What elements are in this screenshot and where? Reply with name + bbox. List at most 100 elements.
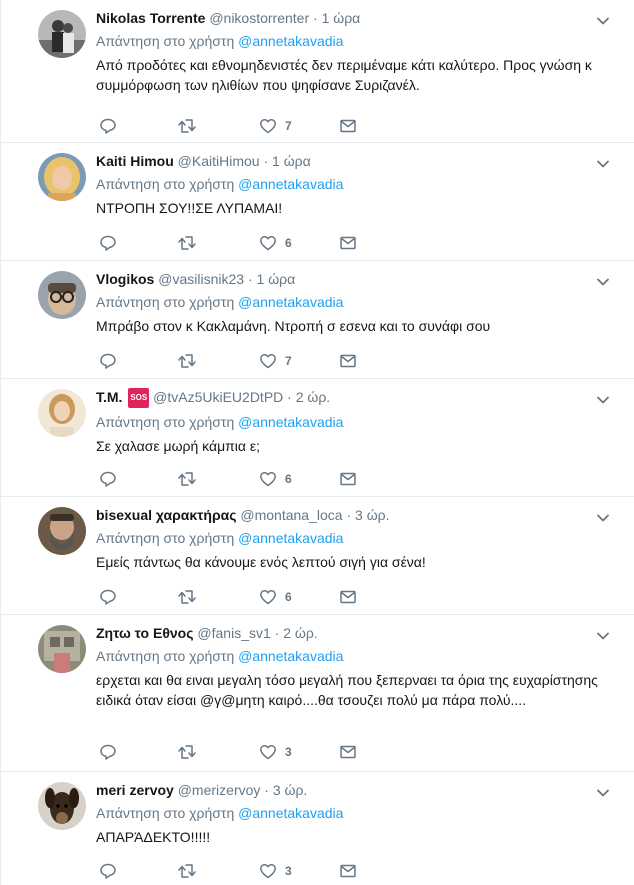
retweet-button[interactable] <box>177 233 197 253</box>
like-button[interactable]: 3 <box>259 861 292 881</box>
timestamp[interactable]: 2 ώρ. <box>283 625 317 641</box>
tweet-header: Vlogikos @vasilisnik23 · 1 ώρα <box>96 270 610 288</box>
user-handle[interactable]: @fanis_sv1 <box>197 625 270 641</box>
avatar[interactable] <box>38 782 86 830</box>
retweet-icon <box>178 590 196 604</box>
reply-prefix: Απάντηση στο χρήστη <box>96 176 235 192</box>
timestamp[interactable]: 3 ώρ. <box>355 507 389 523</box>
tweet[interactable]: meri zervoy @merizervoy · 3 ώρ. Απάντηση… <box>1 772 634 885</box>
reply-mention-link[interactable]: @annetakavadia <box>238 530 343 546</box>
avatar[interactable] <box>38 10 86 58</box>
separator-dot: · <box>263 153 269 169</box>
avatar[interactable] <box>38 153 86 201</box>
tweet-body: Nikolas Torrente @nikostorrenter · 1 ώρα… <box>96 9 610 95</box>
reply-button[interactable] <box>99 116 117 136</box>
display-name[interactable]: Kaiti Himou <box>96 153 174 169</box>
direct-message-button[interactable] <box>339 469 357 489</box>
reply-context: Απάντηση στο χρήστη @annetakavadia <box>96 803 610 823</box>
retweet-button[interactable] <box>177 587 197 607</box>
retweet-button[interactable] <box>177 351 197 371</box>
tweet-text: Μπράβο στον κ Κακλαμάνη. Ντροπή σ εσενα … <box>96 318 491 334</box>
direct-message-button[interactable] <box>339 351 357 371</box>
display-name[interactable]: Ζητω το Εθνος <box>96 625 194 641</box>
display-name[interactable]: Vlogikos <box>96 271 154 287</box>
display-name[interactable]: meri zervoy <box>96 782 174 798</box>
user-handle[interactable]: @nikostorrenter <box>209 10 309 26</box>
tweet[interactable]: Kaiti Himou @KaitiHimou · 1 ώρα Απάντηση… <box>1 143 634 261</box>
envelope-icon <box>340 590 356 604</box>
heart-icon <box>260 589 276 605</box>
timestamp[interactable]: 3 ώρ. <box>273 782 307 798</box>
like-count: 7 <box>285 354 292 368</box>
reply-prefix: Απάντηση στο χρήστη <box>96 648 235 664</box>
timestamp[interactable]: 1 ώρα <box>322 10 361 26</box>
tweet-body: meri zervoy @merizervoy · 3 ώρ. Απάντηση… <box>96 781 610 847</box>
user-handle[interactable]: @KaitiHimou <box>178 153 260 169</box>
like-count: 6 <box>285 590 292 604</box>
heart-icon <box>260 471 276 487</box>
avatar[interactable] <box>38 507 86 555</box>
reply-icon <box>100 353 116 369</box>
timestamp[interactable]: 1 ώρα <box>257 271 296 287</box>
reply-mention-link[interactable]: @annetakavadia <box>238 294 343 310</box>
like-button[interactable]: 7 <box>259 116 292 136</box>
tweet[interactable]: Vlogikos @vasilisnik23 · 1 ώρα Απάντηση … <box>1 261 634 379</box>
tweet-text: Από προδότες και εθνομηδενιστές δεν περι… <box>96 57 592 93</box>
reply-icon <box>100 744 116 760</box>
reply-button[interactable] <box>99 469 117 489</box>
user-handle[interactable]: @vasilisnik23 <box>158 271 244 287</box>
reply-button[interactable] <box>99 861 117 881</box>
tweet[interactable]: bisexual χαρακτήρας @montana_loca · 3 ώρ… <box>1 497 634 615</box>
reply-context: Απάντηση στο χρήστη @annetakavadia <box>96 174 610 194</box>
user-handle[interactable]: @merizervoy <box>178 782 261 798</box>
tweet-text: ΝΤΡΟΠΗ ΣΟΥ!!ΣΕ ΛΥΠΑΜΑΙ! <box>96 200 283 216</box>
envelope-icon <box>340 472 356 486</box>
retweet-button[interactable] <box>177 116 197 136</box>
like-button[interactable]: 7 <box>259 351 292 371</box>
separator-dot: · <box>346 507 352 523</box>
heart-icon <box>260 744 276 760</box>
reply-button[interactable] <box>99 587 117 607</box>
tweet-header: T.M. SOS @tvAz5UkiEU2DtPD · 2 ώρ. <box>96 388 610 408</box>
reply-button[interactable] <box>99 233 117 253</box>
reply-mention-link[interactable]: @annetakavadia <box>238 414 343 430</box>
direct-message-button[interactable] <box>339 587 357 607</box>
timestamp[interactable]: 2 ώρ. <box>296 389 330 405</box>
avatar[interactable] <box>38 389 86 437</box>
direct-message-button[interactable] <box>339 742 357 762</box>
reply-icon <box>100 589 116 605</box>
reply-mention-link[interactable]: @annetakavadia <box>238 33 343 49</box>
retweet-button[interactable] <box>177 742 197 762</box>
display-name[interactable]: Nikolas Torrente <box>96 10 205 26</box>
user-handle[interactable]: @montana_loca <box>240 507 342 523</box>
reply-prefix: Απάντηση στο χρήστη <box>96 33 235 49</box>
tweet[interactable]: T.M. SOS @tvAz5UkiEU2DtPD · 2 ώρ. Απάντη… <box>1 379 634 497</box>
reply-feed: Nikolas Torrente @nikostorrenter · 1 ώρα… <box>0 0 634 885</box>
separator-dot: · <box>264 782 269 798</box>
timestamp[interactable]: 1 ώρα <box>272 153 311 169</box>
direct-message-button[interactable] <box>339 233 357 253</box>
retweet-button[interactable] <box>177 861 197 881</box>
retweet-button[interactable] <box>177 469 197 489</box>
like-button[interactable]: 3 <box>259 742 292 762</box>
reply-button[interactable] <box>99 742 117 762</box>
reply-mention-link[interactable]: @annetakavadia <box>238 648 343 664</box>
direct-message-button[interactable] <box>339 861 357 881</box>
reply-mention-link[interactable]: @annetakavadia <box>238 805 343 821</box>
user-handle[interactable]: @tvAz5UkiEU2DtPD <box>153 389 283 405</box>
avatar[interactable] <box>38 271 86 319</box>
tweet[interactable]: Ζητω το Εθνος @fanis_sv1 · 2 ώρ. Απάντησ… <box>1 615 634 772</box>
direct-message-button[interactable] <box>339 116 357 136</box>
tweet-header: Nikolas Torrente @nikostorrenter · 1 ώρα <box>96 9 610 27</box>
reply-button[interactable] <box>99 351 117 371</box>
display-name[interactable]: bisexual χαρακτήρας <box>96 507 237 523</box>
like-button[interactable]: 6 <box>259 469 292 489</box>
tweet-text: ερχεται και θα ειναι μεγαλη τόσο μεγαλή … <box>96 672 598 708</box>
reply-mention-link[interactable]: @annetakavadia <box>238 176 343 192</box>
like-button[interactable]: 6 <box>259 587 292 607</box>
display-name[interactable]: T.M. <box>96 389 122 405</box>
avatar[interactable] <box>38 625 86 673</box>
like-button[interactable]: 6 <box>259 233 292 253</box>
like-count: 6 <box>285 472 292 486</box>
tweet[interactable]: Nikolas Torrente @nikostorrenter · 1 ώρα… <box>1 0 634 143</box>
